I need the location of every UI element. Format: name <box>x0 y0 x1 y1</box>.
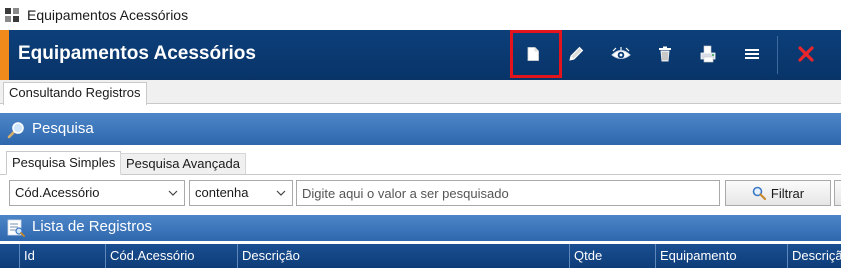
operator-select-value: contenha <box>195 185 249 200</box>
delete-button[interactable] <box>648 38 682 70</box>
new-record-button[interactable] <box>516 38 550 70</box>
column-header-id[interactable]: Id <box>19 244 105 268</box>
window-title: Equipamentos Acessórios <box>27 7 189 23</box>
column-header-cod-acessorio[interactable]: Cód.Acessório <box>105 244 237 268</box>
column-header-qtde[interactable]: Qtde <box>569 244 655 268</box>
filter-row: Cód.Acessório contenha Filtrar <box>0 175 841 215</box>
window-title-bar: Equipamentos Acessórios <box>0 0 841 30</box>
magnifier-icon <box>7 121 25 144</box>
tab-pesquisa-avancada[interactable]: Pesquisa Avançada <box>120 153 246 174</box>
pencil-icon <box>569 46 584 61</box>
menu-button[interactable] <box>735 38 769 70</box>
app-icon <box>4 7 20 23</box>
extra-button[interactable] <box>834 180 841 206</box>
filter-button-label: Filtrar <box>770 185 805 201</box>
field-select-value: Cód.Acessório <box>15 185 100 200</box>
header-accent <box>0 30 9 80</box>
chevron-down-icon <box>168 190 178 196</box>
list-section-header: Lista de Registros <box>0 215 841 241</box>
page-title: Equipamentos Acessórios <box>18 43 256 64</box>
page-header: Equipamentos Acessórios <box>0 30 841 80</box>
edit-button[interactable] <box>559 38 593 70</box>
app-window: Equipamentos Acessórios Equipamentos Ace… <box>0 0 841 268</box>
list-icon <box>7 219 25 242</box>
hamburger-menu-icon <box>745 49 759 59</box>
close-icon <box>798 46 814 62</box>
view-button[interactable] <box>604 38 638 70</box>
list-section-title: Lista de Registros <box>32 218 153 235</box>
search-section-header: Pesquisa <box>0 113 841 145</box>
main-tabstrip: Consultando Registros <box>0 80 841 105</box>
operator-select[interactable]: contenha <box>189 180 293 206</box>
grid-header: Id Cód.Acessório Descrição Qtde Equipame… <box>0 244 841 268</box>
search-input[interactable] <box>296 180 720 206</box>
eye-icon <box>611 47 631 59</box>
tab-pesquisa-simples[interactable]: Pesquisa Simples <box>6 151 122 175</box>
field-select[interactable]: Cód.Acessório <box>9 180 185 206</box>
search-icon <box>752 186 766 200</box>
print-button[interactable] <box>691 38 725 70</box>
column-header-descricao-2[interactable]: Descriçã <box>787 244 841 268</box>
document-icon <box>527 47 539 61</box>
tab-consultando-registros[interactable]: Consultando Registros <box>3 82 147 105</box>
toolbar-separator <box>777 36 778 74</box>
column-header-descricao[interactable]: Descrição <box>237 244 569 268</box>
trash-icon <box>659 46 671 62</box>
printer-icon <box>700 45 716 63</box>
search-section-title: Pesquisa <box>32 120 94 137</box>
search-tabs: Pesquisa Simples Pesquisa Avançada <box>0 149 841 175</box>
filter-button[interactable]: Filtrar <box>725 180 831 206</box>
close-button[interactable] <box>789 38 823 70</box>
column-header-equipamento[interactable]: Equipamento <box>655 244 787 268</box>
chevron-down-icon <box>276 190 286 196</box>
